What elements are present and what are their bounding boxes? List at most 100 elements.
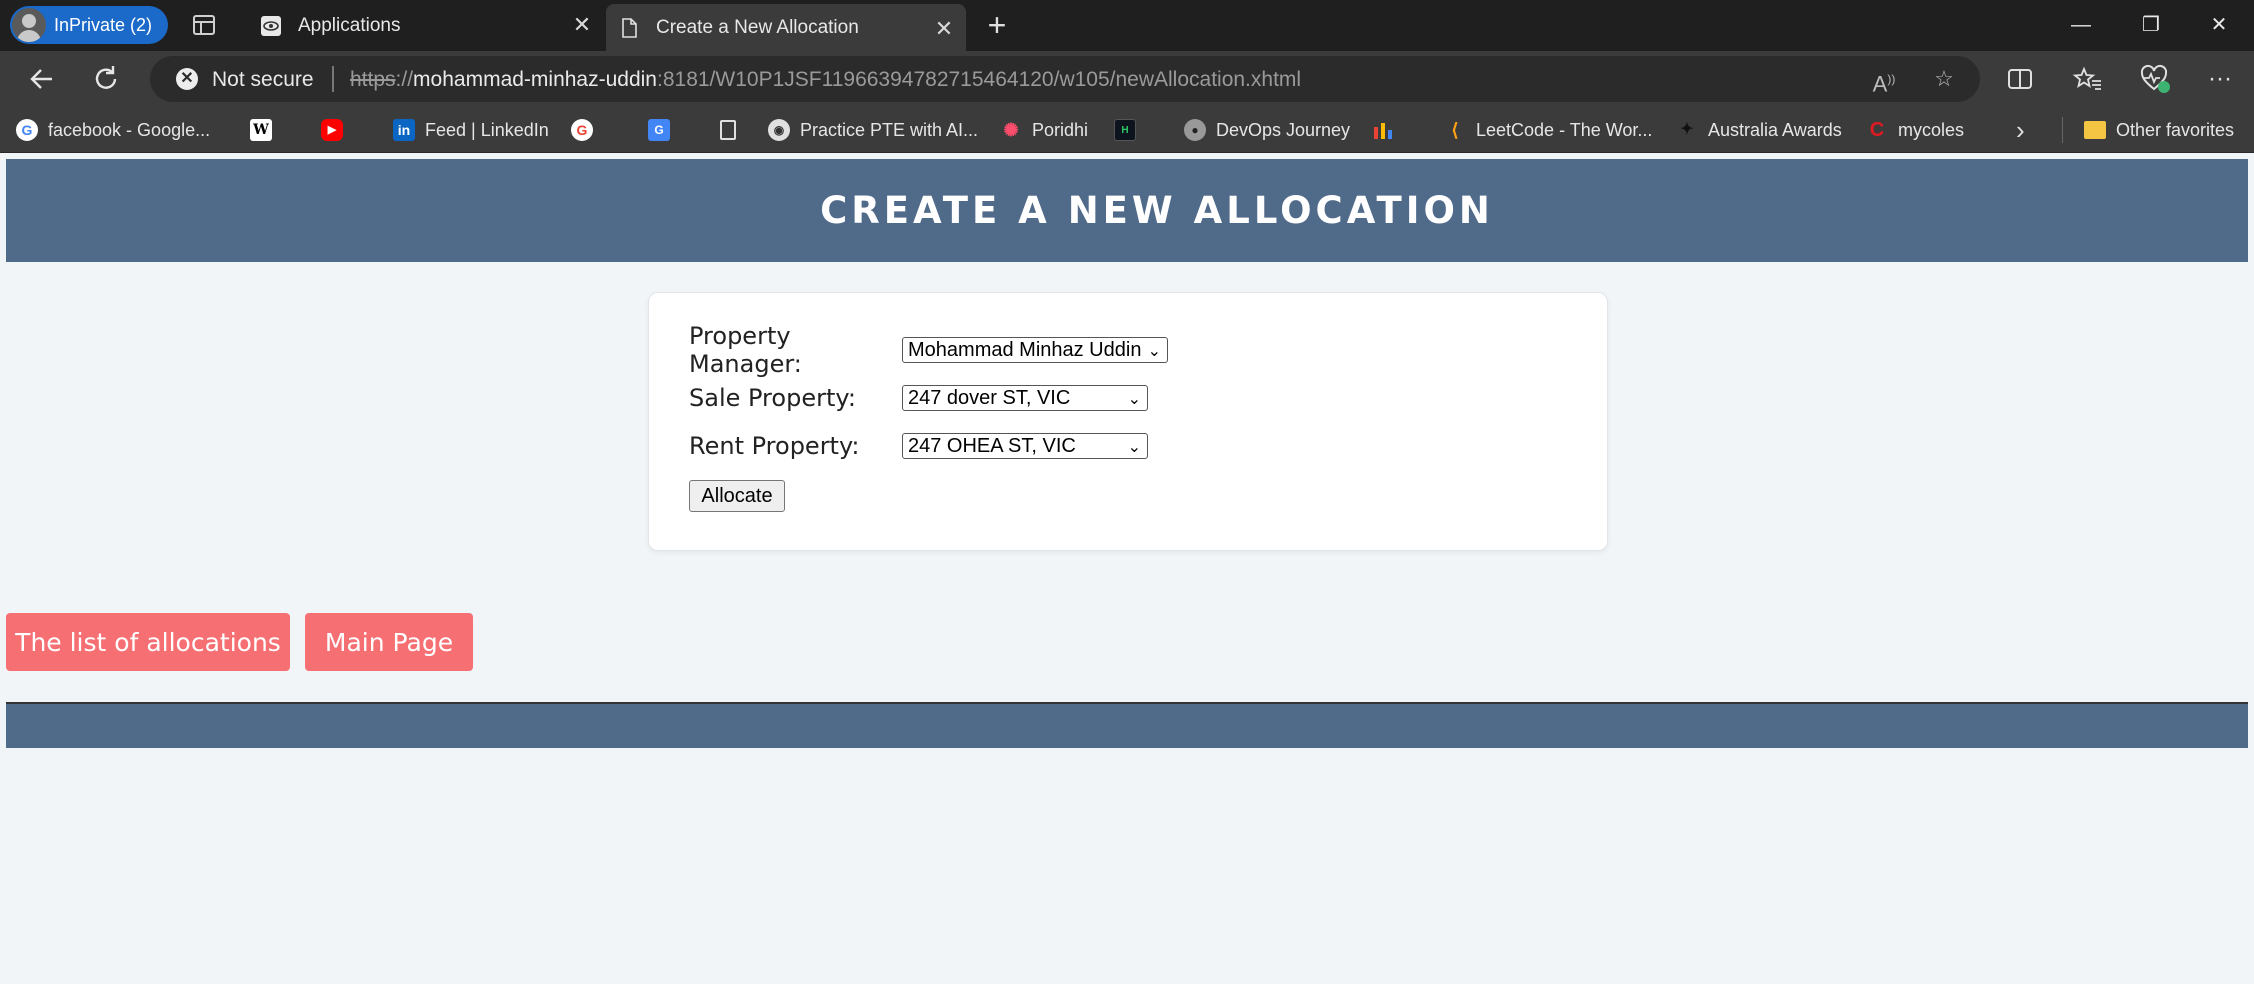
australia-awards-icon: ✦	[1680, 121, 1694, 138]
bookmark-devops[interactable]: ● DevOps Journey	[1184, 116, 1350, 144]
google-icon: G	[16, 119, 38, 141]
bookmark-label: Feed | LinkedIn	[425, 119, 549, 140]
poridhi-icon: ✺	[1003, 120, 1019, 140]
read-aloud-icon[interactable]: A))	[1870, 65, 1898, 96]
split-screen-icon[interactable]	[2002, 61, 2038, 97]
page-content: CREATE A NEW ALLOCATION Property Manager…	[6, 159, 2248, 984]
other-favorites[interactable]: Other favorites	[2084, 116, 2234, 144]
url-host: mohammad-minhaz-uddin	[413, 68, 657, 91]
rent-property-label: Rent Property:	[689, 432, 860, 460]
favorites-bar: G facebook - Google... W ▶ in Feed | Lin…	[0, 107, 2254, 153]
bookmark-label: Australia Awards	[1708, 119, 1842, 140]
close-window-button[interactable]: ✕	[2184, 0, 2254, 51]
sale-property-field: Sale Property: 247 dover ST, VIC ⌄	[689, 383, 1148, 413]
chevron-down-icon: ⌄	[1127, 439, 1141, 456]
bookmark-label: Practice PTE with AI...	[800, 119, 979, 140]
bookmark-facebook[interactable]: G facebook - Google...	[16, 116, 210, 144]
title-bar: InPrivate (2) Applications ✕ Create a Ne…	[0, 0, 2254, 51]
browser-essentials-icon[interactable]	[2136, 61, 2172, 97]
close-tab-icon[interactable]: ✕	[570, 13, 594, 37]
tab-actions-icon[interactable]	[193, 15, 215, 35]
refresh-icon[interactable]	[88, 61, 124, 97]
favorites-icon[interactable]	[2070, 61, 2106, 97]
status-dot	[2158, 81, 2170, 93]
folder-icon	[2084, 121, 2106, 139]
tab-title: Create a New Allocation	[656, 16, 859, 38]
new-tab-button[interactable]: +	[982, 9, 1012, 41]
bookmark-label: mycoles	[1898, 119, 1965, 140]
selected-value: 247 dover ST, VIC	[908, 386, 1071, 409]
selected-value: Mohammad Minhaz Uddin	[908, 338, 1142, 361]
selected-value: 247 OHEA ST, VIC	[908, 434, 1076, 457]
hackerrank-icon: H	[1114, 119, 1136, 141]
bookmark-page[interactable]	[720, 116, 746, 144]
bookmark-label: Poridhi	[1032, 119, 1089, 140]
leetcode-icon: ⟨	[1451, 120, 1459, 140]
page-title: CREATE A NEW ALLOCATION	[820, 189, 1494, 232]
bookmark-wikipedia[interactable]: W	[250, 116, 282, 144]
bookmark-leetcode[interactable]: ⟨ LeetCode - The Wor...	[1444, 116, 1652, 144]
list-of-allocations-button[interactable]: The list of allocations	[6, 613, 290, 671]
bookmark-hackerrank[interactable]: H	[1114, 116, 1146, 144]
property-manager-label: Property Manager:	[689, 322, 802, 378]
chevron-right-icon[interactable]: ›	[2016, 116, 2025, 144]
sale-property-label: Sale Property:	[689, 384, 856, 412]
sale-property-select[interactable]: 247 dover ST, VIC ⌄	[902, 385, 1148, 411]
devops-icon: ●	[1184, 119, 1206, 141]
minimize-button[interactable]: —	[2046, 0, 2116, 51]
tab-create-allocation[interactable]: Create a New Allocation ✕	[606, 4, 966, 51]
other-favorites-label: Other favorites	[2116, 119, 2235, 140]
page-icon	[720, 120, 736, 140]
page-header: CREATE A NEW ALLOCATION	[6, 159, 2248, 262]
bookmark-pte[interactable]: ◉ Practice PTE with AI...	[768, 116, 978, 144]
tab-title: Applications	[298, 14, 401, 36]
property-manager-select[interactable]: Mohammad Minhaz Uddin ⌄	[902, 337, 1168, 363]
bookmark-google[interactable]: G	[571, 116, 603, 144]
bookmark-label: LeetCode - The Wor...	[1476, 119, 1653, 140]
more-options-icon[interactable]: ···	[2202, 61, 2238, 97]
bookmark-poridhi[interactable]: ✺ Poridhi	[1000, 116, 1088, 144]
bookmark-label: facebook - Google...	[48, 119, 211, 140]
translate-icon: G	[648, 119, 670, 141]
close-tab-icon[interactable]: ✕	[932, 17, 956, 41]
google-icon: G	[571, 119, 593, 141]
back-icon[interactable]	[24, 61, 60, 97]
pte-icon: ◉	[768, 119, 790, 141]
security-label[interactable]: Not secure	[212, 68, 314, 92]
chevron-down-icon: ⌄	[1147, 343, 1161, 360]
youtube-icon: ▶	[321, 119, 343, 141]
bookmark-youtube[interactable]: ▶	[321, 116, 353, 144]
wikipedia-icon: W	[250, 119, 272, 141]
address-bar[interactable]: ✕ Not secure https://mohammad-minhaz-udd…	[150, 56, 1980, 102]
maximize-button[interactable]: ❐	[2116, 0, 2186, 51]
divider	[2062, 117, 2063, 143]
inprivate-badge[interactable]: InPrivate (2)	[10, 6, 168, 44]
bookmark-mycoles[interactable]: C mycoles	[1866, 116, 1964, 144]
coles-icon: C	[1869, 119, 1885, 141]
inprivate-label: InPrivate (2)	[54, 14, 153, 35]
url-separator: ://	[395, 68, 414, 91]
bookmark-label: DevOps Journey	[1216, 119, 1351, 140]
url-text[interactable]: https://mohammad-minhaz-uddin:8181/W10P1…	[350, 68, 1301, 92]
url-path: :8181/W10P1JSF11966394782715464120/w105/…	[657, 68, 1302, 91]
bookmark-linkedin[interactable]: in Feed | LinkedIn	[393, 116, 549, 144]
bookmark-chart[interactable]	[1372, 116, 1404, 144]
chevron-down-icon: ⌄	[1127, 391, 1141, 408]
navigation-toolbar: ✕ Not secure https://mohammad-minhaz-udd…	[0, 51, 2254, 107]
bookmark-translate[interactable]: G	[648, 116, 680, 144]
allocate-button[interactable]: Allocate	[689, 480, 785, 512]
page-icon	[622, 17, 637, 38]
linkedin-icon: in	[393, 119, 415, 141]
eye-icon	[261, 15, 281, 36]
rent-property-select[interactable]: 247 OHEA ST, VIC ⌄	[902, 433, 1148, 459]
avatar	[12, 8, 46, 42]
add-favorite-icon[interactable]: ☆	[1930, 65, 1958, 93]
not-secure-icon[interactable]: ✕	[176, 68, 198, 90]
main-page-button[interactable]: Main Page	[305, 613, 473, 671]
allocation-form: Property Manager: Mohammad Minhaz Uddin …	[648, 292, 1608, 551]
page-footer	[6, 704, 2248, 748]
bookmark-australia-awards[interactable]: ✦ Australia Awards	[1676, 116, 1842, 144]
property-manager-field: Property Manager: Mohammad Minhaz Uddin …	[689, 322, 1168, 378]
divider	[332, 66, 334, 92]
tab-applications[interactable]: Applications ✕	[248, 0, 604, 51]
